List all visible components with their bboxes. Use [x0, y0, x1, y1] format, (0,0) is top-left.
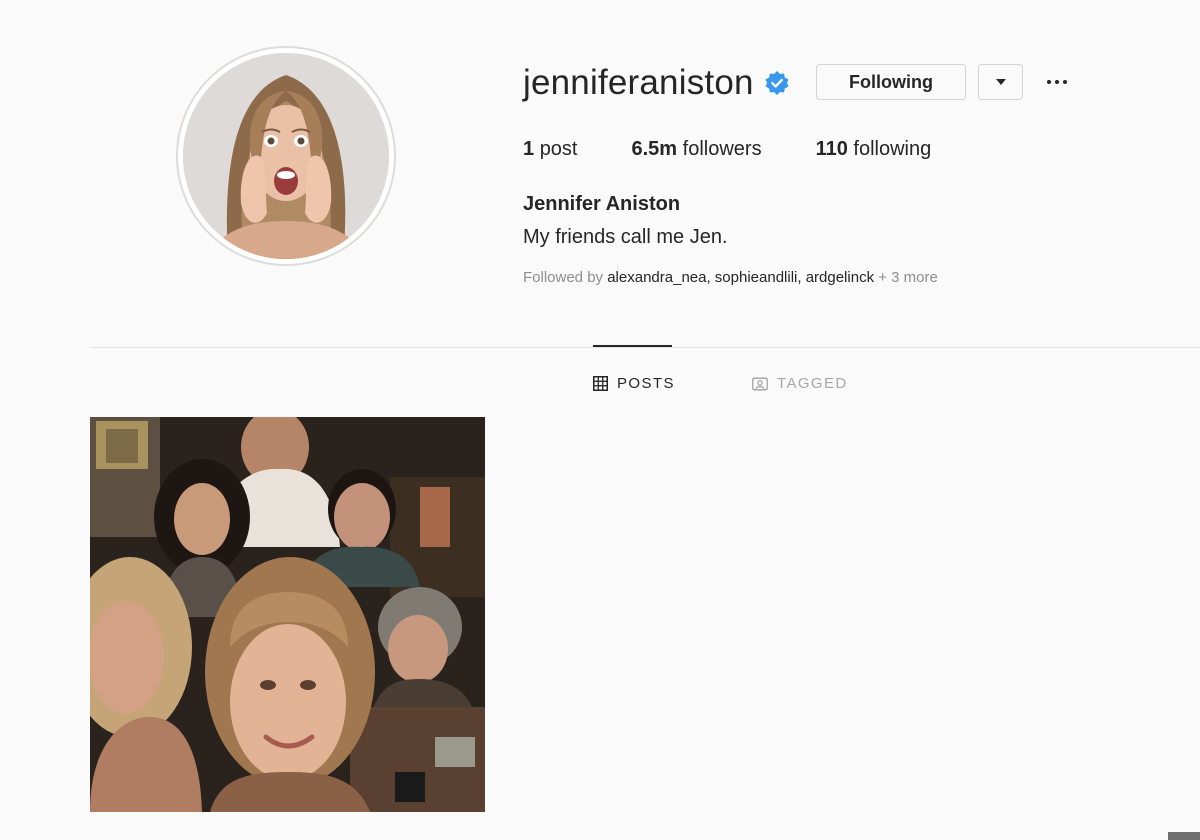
followers-count: 6.5m [631, 138, 678, 160]
profile-page: jenniferaniston Following 1 post 6.5m fo… [0, 0, 1200, 840]
tab-tagged-label: TAGGED [777, 374, 848, 392]
followed-by-prefix: Followed by [523, 269, 604, 286]
followed-by-names: alexandra_nea, sophieandlili, ardgelinck [607, 269, 875, 286]
followed-by-more: + 3 more [878, 269, 938, 286]
following-count: 110 [815, 138, 848, 160]
username-row: jenniferaniston [523, 62, 790, 104]
posts-stat: 1 post [523, 138, 578, 161]
more-options-button[interactable] [1040, 68, 1074, 96]
tabs-divider [90, 347, 1200, 348]
followed-by[interactable]: Followed by alexandra_nea, sophieandlili… [523, 269, 938, 286]
group-selfie-photo [90, 417, 485, 812]
profile-avatar[interactable] [176, 46, 396, 266]
suggestions-dropdown-button[interactable] [978, 64, 1023, 100]
tab-posts[interactable]: POSTS [593, 372, 675, 394]
username: jenniferaniston [523, 63, 754, 102]
full-name: Jennifer Aniston [523, 193, 681, 215]
more-dot-icon [1063, 80, 1067, 84]
bio-text: My friends call me Jen. [523, 226, 728, 248]
more-dot-icon [1047, 80, 1051, 84]
profile-stats: 1 post 6.5m followers 110 following [523, 138, 985, 161]
posts-count: 1 [523, 138, 535, 160]
post-thumbnail[interactable] [90, 417, 485, 812]
avatar-image [183, 53, 389, 259]
tab-tagged[interactable]: TAGGED [752, 372, 848, 394]
caret-down-icon [995, 79, 1006, 85]
grid-icon [593, 375, 608, 391]
posts-label: post [539, 138, 578, 160]
following-button[interactable]: Following [816, 64, 966, 100]
following-label: following [853, 138, 932, 160]
active-tab-indicator [593, 345, 672, 347]
verified-badge-icon [764, 70, 790, 96]
corner-scroll-tab [1168, 832, 1200, 840]
tab-posts-label: POSTS [617, 374, 675, 392]
followers-label: followers [682, 138, 762, 160]
tagged-icon [752, 377, 768, 390]
avatar-photo [183, 53, 389, 259]
more-dot-icon [1055, 80, 1059, 84]
followers-stat[interactable]: 6.5m followers [632, 138, 762, 161]
following-stat[interactable]: 110 following [816, 138, 932, 161]
